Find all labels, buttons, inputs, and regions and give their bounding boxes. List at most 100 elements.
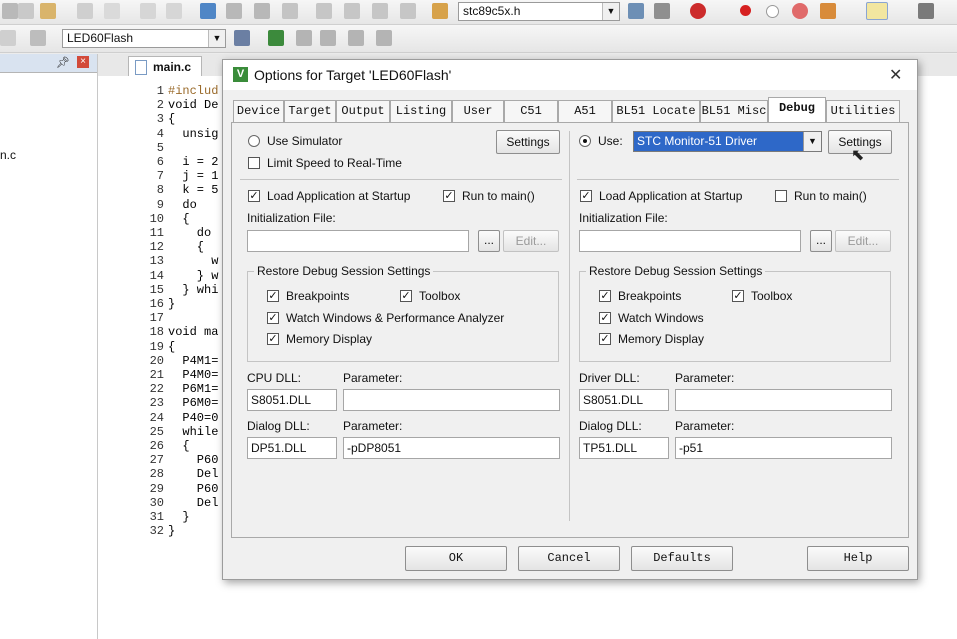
run-to-main-checkbox[interactable]: ✓ <box>443 190 455 202</box>
code-line[interactable]: { <box>168 112 218 126</box>
code-line[interactable]: } <box>168 524 218 538</box>
right-dialog-dll-field[interactable]: TP51.DLL <box>579 437 669 459</box>
comment-icon[interactable] <box>372 3 388 19</box>
driver-dll-field[interactable]: S8051.DLL <box>579 389 669 411</box>
code-line[interactable]: { <box>168 212 218 226</box>
right-init-file-browse-button[interactable]: ... <box>810 230 832 252</box>
dialog-dll-field[interactable]: DP51.DLL <box>247 437 337 459</box>
target-options-icon[interactable] <box>234 30 250 46</box>
debug-session-icon[interactable] <box>690 3 706 19</box>
tab-listing[interactable]: Listing <box>390 100 452 122</box>
code-line[interactable]: P60 <box>168 482 219 496</box>
driver-select[interactable]: STC Monitor-51 Driver ▼ <box>633 131 822 152</box>
close-icon[interactable]: ✕ <box>889 65 902 85</box>
code-line[interactable]: } <box>168 510 218 524</box>
driver-param-field[interactable] <box>675 389 892 411</box>
download-icon[interactable] <box>30 30 46 46</box>
right-restore-watch-checkbox[interactable]: ✓ <box>599 312 611 324</box>
code-line[interactable]: j = 1 <box>168 169 218 183</box>
use-driver-radio[interactable] <box>579 135 591 147</box>
simulator-settings-button[interactable]: Settings <box>496 130 560 154</box>
incremental-find-icon[interactable] <box>654 3 670 19</box>
init-file-browse-button[interactable]: ... <box>478 230 500 252</box>
tab-bl51-locate[interactable]: BL51 Locate <box>612 100 700 122</box>
init-file-input[interactable] <box>247 230 469 252</box>
pack-installer-icon[interactable] <box>320 30 336 46</box>
bookmark-clear-icon[interactable] <box>282 3 298 19</box>
manage-run-time-icon[interactable] <box>376 30 392 46</box>
chevron-down-icon[interactable]: ▼ <box>602 3 619 20</box>
code-line[interactable]: { <box>168 340 218 354</box>
code-line[interactable]: P4M0= <box>168 368 218 382</box>
code-line[interactable]: i = 2 <box>168 155 218 169</box>
right-init-file-edit-button[interactable]: Edit... <box>835 230 891 252</box>
right-init-file-input[interactable] <box>579 230 801 252</box>
configure-tools-icon[interactable] <box>918 3 934 19</box>
bookmark-next-icon[interactable] <box>254 3 270 19</box>
code-line[interactable]: while <box>168 425 218 439</box>
code-line[interactable]: } whi <box>168 283 218 297</box>
indent-icon[interactable] <box>316 3 332 19</box>
right-restore-breakpoints-checkbox[interactable]: ✓ <box>599 290 611 302</box>
window-layout-icon[interactable] <box>866 2 888 20</box>
right-run-to-main-checkbox[interactable] <box>775 190 787 202</box>
tab-bl51-misc[interactable]: BL51 Misc <box>700 100 768 122</box>
paste-icon[interactable] <box>40 3 56 19</box>
code-line[interactable]: { <box>168 240 218 254</box>
copy-icon[interactable] <box>18 3 34 19</box>
right-dialog-param-field[interactable]: -p51 <box>675 437 892 459</box>
bookmark-icon[interactable] <box>200 3 216 19</box>
restore-watch-checkbox[interactable]: ✓ <box>267 312 279 324</box>
nav-back-icon[interactable] <box>140 3 156 19</box>
find-icon[interactable] <box>628 3 644 19</box>
close-icon[interactable]: × <box>77 56 89 68</box>
select-software-packs-icon[interactable] <box>348 30 364 46</box>
chevron-down-icon[interactable]: ▼ <box>803 132 821 151</box>
code-line[interactable]: do <box>168 226 218 240</box>
cancel-button[interactable]: Cancel <box>518 546 620 571</box>
code-line[interactable]: P6M0= <box>168 396 218 410</box>
code-line[interactable]: w <box>168 254 218 268</box>
code-line[interactable]: do <box>168 198 218 212</box>
code-line[interactable]: } w <box>168 269 219 283</box>
nav-forward-icon[interactable] <box>166 3 182 19</box>
restore-breakpoints-checkbox[interactable]: ✓ <box>267 290 279 302</box>
bookmark-prev-icon[interactable] <box>226 3 242 19</box>
load-app-checkbox[interactable]: ✓ <box>248 190 260 202</box>
code-line[interactable]: P60 <box>168 453 219 467</box>
code-line[interactable]: Del <box>168 496 219 510</box>
uncomment-icon[interactable] <box>400 3 416 19</box>
limit-speed-checkbox[interactable] <box>248 157 260 169</box>
tab-main-c[interactable]: main.c <box>128 56 202 77</box>
project-tree-file[interactable]: n.c <box>0 148 16 162</box>
code-line[interactable]: k = 5 <box>168 183 218 197</box>
build-icon[interactable] <box>0 30 16 46</box>
right-load-app-checkbox[interactable]: ✓ <box>580 190 592 202</box>
breakpoint-options-icon[interactable] <box>820 3 836 19</box>
breakpoint-disable-icon[interactable] <box>766 5 779 18</box>
code-line[interactable]: #includ <box>168 84 218 98</box>
tab-c51[interactable]: C51 <box>504 100 558 122</box>
tab-debug[interactable]: Debug <box>768 97 826 123</box>
find-in-files-icon[interactable] <box>432 3 448 19</box>
redo-icon[interactable] <box>104 3 120 19</box>
ok-button[interactable]: OK <box>405 546 507 571</box>
tab-utilities[interactable]: Utilities <box>826 100 900 122</box>
code-line[interactable]: { <box>168 439 218 453</box>
code-line[interactable]: Del <box>168 467 219 481</box>
target-combo[interactable]: LED60Flash ▼ <box>62 29 226 48</box>
tab-output[interactable]: Output <box>336 100 390 122</box>
undo-icon[interactable] <box>77 3 93 19</box>
manage-environment-icon[interactable] <box>296 30 312 46</box>
code-line[interactable]: void De <box>168 98 218 112</box>
tab-device[interactable]: Device <box>233 100 284 122</box>
file-combo[interactable]: stc89c5x.h ▼ <box>458 2 620 21</box>
defaults-button[interactable]: Defaults <box>631 546 733 571</box>
use-simulator-radio[interactable] <box>248 135 260 147</box>
pin-icon[interactable]: 📌︎ <box>56 56 70 69</box>
code-line[interactable]: unsig <box>168 127 218 141</box>
help-button[interactable]: Help <box>807 546 909 571</box>
code-line[interactable]: void ma <box>168 325 218 339</box>
code-line[interactable]: } <box>168 297 218 311</box>
tab-a51[interactable]: A51 <box>558 100 612 122</box>
